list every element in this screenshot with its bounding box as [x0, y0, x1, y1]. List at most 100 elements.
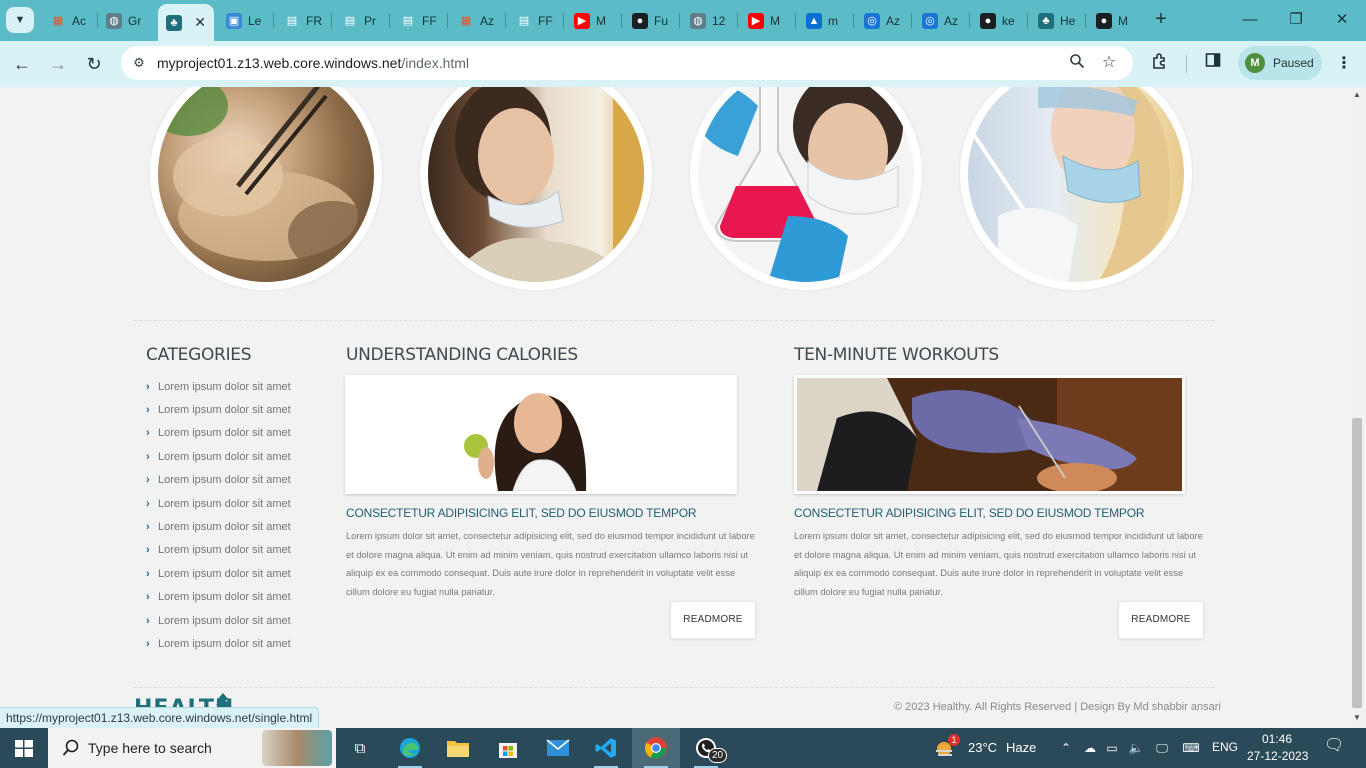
category-link[interactable]: › Lorem ipsum dolor sit amet — [146, 609, 291, 632]
vscode-taskbar-button[interactable] — [582, 728, 630, 768]
close-window-button[interactable]: ✕ — [1330, 8, 1354, 32]
gallery-item-1[interactable] — [150, 87, 382, 290]
clock-date[interactable]: 27-12-2023 — [1247, 749, 1308, 763]
temperature-text[interactable]: 23°C — [968, 740, 997, 755]
restore-button[interactable]: ❐ — [1284, 8, 1308, 32]
profile-button[interactable]: M Paused — [1238, 46, 1322, 80]
taskbar-search-box[interactable]: Type here to search — [48, 728, 336, 768]
browser-tab[interactable]: ♣ He — [1030, 6, 1084, 35]
tab-title: m — [828, 13, 838, 28]
chevron-up-icon[interactable]: ⌃ — [1058, 740, 1074, 756]
tab-search-button[interactable]: ▼ — [6, 7, 34, 33]
task-view-button[interactable]: ⧉ — [336, 728, 384, 768]
mail-taskbar-button[interactable] — [534, 728, 582, 768]
category-link[interactable]: › Lorem ipsum dolor sit amet — [146, 539, 291, 562]
chrome-taskbar-button[interactable] — [632, 728, 680, 768]
weather-text[interactable]: Haze — [1006, 740, 1036, 755]
extensions-icon[interactable] — [1148, 52, 1172, 76]
language-indicator[interactable]: ENG — [1212, 740, 1238, 754]
whatsapp-taskbar-button[interactable]: 20 — [682, 728, 730, 768]
category-link[interactable]: › Lorem ipsum dolor sit amet — [146, 469, 291, 492]
menu-kebab-icon[interactable]: ⋮ — [1332, 52, 1356, 76]
tweezers-photo — [158, 87, 374, 282]
close-tab-icon[interactable]: ✕ — [194, 14, 206, 31]
woman-portrait-photo — [428, 87, 644, 282]
article-subtitle[interactable]: CONSECTETUR ADIPISICING ELIT, SED DO EIU… — [346, 506, 697, 520]
category-link[interactable]: › Lorem ipsum dolor sit amet — [146, 562, 291, 585]
chrome-icon — [645, 737, 667, 759]
store-taskbar-button[interactable] — [484, 728, 532, 768]
browser-tab[interactable]: ▶ M — [566, 6, 620, 35]
volume-icon[interactable]: 🔈 — [1128, 740, 1144, 756]
browser-tab[interactable]: ▤ Pr — [334, 6, 388, 35]
readmore-button[interactable]: READMORE — [1118, 601, 1204, 639]
category-link[interactable]: › Lorem ipsum dolor sit amet — [146, 632, 291, 655]
browser-tab[interactable]: ▦ Ac — [42, 6, 96, 35]
address-bar[interactable]: ⚙ myproject01.z13.web.core.windows.net/i… — [121, 46, 1133, 80]
category-link[interactable]: › Lorem ipsum dolor sit amet — [146, 398, 291, 421]
gallery-item-4[interactable] — [960, 87, 1192, 290]
side-panel-icon[interactable] — [1201, 52, 1225, 76]
browser-tab[interactable]: ▤ FF — [392, 6, 446, 35]
edge-taskbar-button[interactable] — [386, 728, 434, 768]
site-info-icon[interactable]: ⚙ — [129, 53, 149, 73]
weather-icon[interactable]: 1 — [934, 734, 960, 758]
doc-icon: ▤ — [518, 15, 530, 27]
readmore-button[interactable]: READMORE — [670, 601, 756, 639]
minimize-button[interactable]: — — [1238, 8, 1262, 32]
profile-status: Paused — [1273, 56, 1314, 70]
notifications-icon[interactable]: 🗨 — [1324, 738, 1344, 758]
scrollbar-thumb[interactable] — [1352, 418, 1362, 708]
category-link[interactable]: › Lorem ipsum dolor sit amet — [146, 515, 291, 538]
scroll-up-arrow-icon[interactable]: ▲ — [1353, 90, 1361, 99]
category-link[interactable]: › Lorem ipsum dolor sit amet — [146, 375, 291, 398]
category-link[interactable]: › Lorem ipsum dolor sit amet — [146, 492, 291, 515]
category-label: Lorem ipsum dolor sit amet — [158, 404, 291, 417]
scroll-down-arrow-icon[interactable]: ▼ — [1353, 713, 1361, 722]
chevron-right-icon: › — [146, 544, 150, 557]
browser-tab[interactable]: ♣ ✕ — [158, 4, 214, 41]
back-button[interactable]: ← — [10, 52, 34, 76]
onedrive-cloud-icon[interactable]: ☁ — [1082, 740, 1098, 756]
network-icon[interactable]: 🖵 — [1154, 740, 1170, 756]
battery-icon[interactable]: ▭ — [1104, 740, 1120, 756]
category-link[interactable]: › Lorem ipsum dolor sit amet — [146, 445, 291, 468]
browser-tab[interactable]: ◍ 12 — [682, 6, 736, 35]
reload-button[interactable]: ↻ — [82, 52, 106, 76]
browser-tab[interactable]: ▲ m — [798, 6, 852, 35]
forward-button[interactable]: → — [46, 52, 70, 76]
browser-tab[interactable]: ◎ Az — [856, 6, 910, 35]
category-link[interactable]: › Lorem ipsum dolor sit amet — [146, 422, 291, 445]
gallery-item-2[interactable] — [420, 87, 652, 290]
browser-tab[interactable]: ▣ Le — [218, 6, 272, 35]
browser-tab[interactable]: ▦ Az — [450, 6, 504, 35]
browser-tab[interactable]: ◍ Gr — [98, 6, 152, 35]
browser-tab[interactable]: ● M — [1088, 6, 1142, 35]
browser-tab[interactable]: ● Fu — [624, 6, 678, 35]
gallery-item-3[interactable] — [690, 87, 922, 290]
url-text[interactable]: myproject01.z13.web.core.windows.net/ind… — [157, 55, 469, 71]
new-tab-button[interactable]: + — [1150, 8, 1172, 32]
article-image-workouts[interactable] — [794, 375, 1185, 494]
category-label: Lorem ipsum dolor sit amet — [158, 614, 291, 627]
bookmark-star-icon[interactable]: ☆ — [1099, 53, 1119, 73]
start-button[interactable] — [0, 728, 48, 768]
tab-title: Pr — [364, 13, 376, 28]
clock-time[interactable]: 01:46 — [1262, 732, 1292, 746]
browser-tab[interactable]: ◎ Az — [914, 6, 968, 35]
chevron-right-icon: › — [146, 380, 150, 393]
keyboard-icon[interactable]: ⌨ — [1180, 740, 1202, 756]
article-image-calories[interactable] — [345, 375, 737, 494]
browser-tab[interactable]: ● ke — [972, 6, 1026, 35]
browser-tab[interactable]: ▤ FF — [508, 6, 562, 35]
zoom-icon[interactable] — [1067, 53, 1087, 73]
doc-icon: ▤ — [344, 15, 356, 27]
file-explorer-taskbar-button[interactable] — [434, 728, 482, 768]
github-icon: ● — [1096, 12, 1112, 29]
browser-tab[interactable]: ▤ FR — [276, 6, 330, 35]
article-subtitle[interactable]: CONSECTETUR ADIPISICING ELIT, SED DO EIU… — [794, 506, 1145, 520]
browser-tab[interactable]: ▶ M — [740, 6, 794, 35]
tab-separator — [563, 13, 564, 28]
category-link[interactable]: › Lorem ipsum dolor sit amet — [146, 586, 291, 609]
article-body: Lorem ipsum dolor sit amet, consectetur … — [346, 531, 755, 598]
